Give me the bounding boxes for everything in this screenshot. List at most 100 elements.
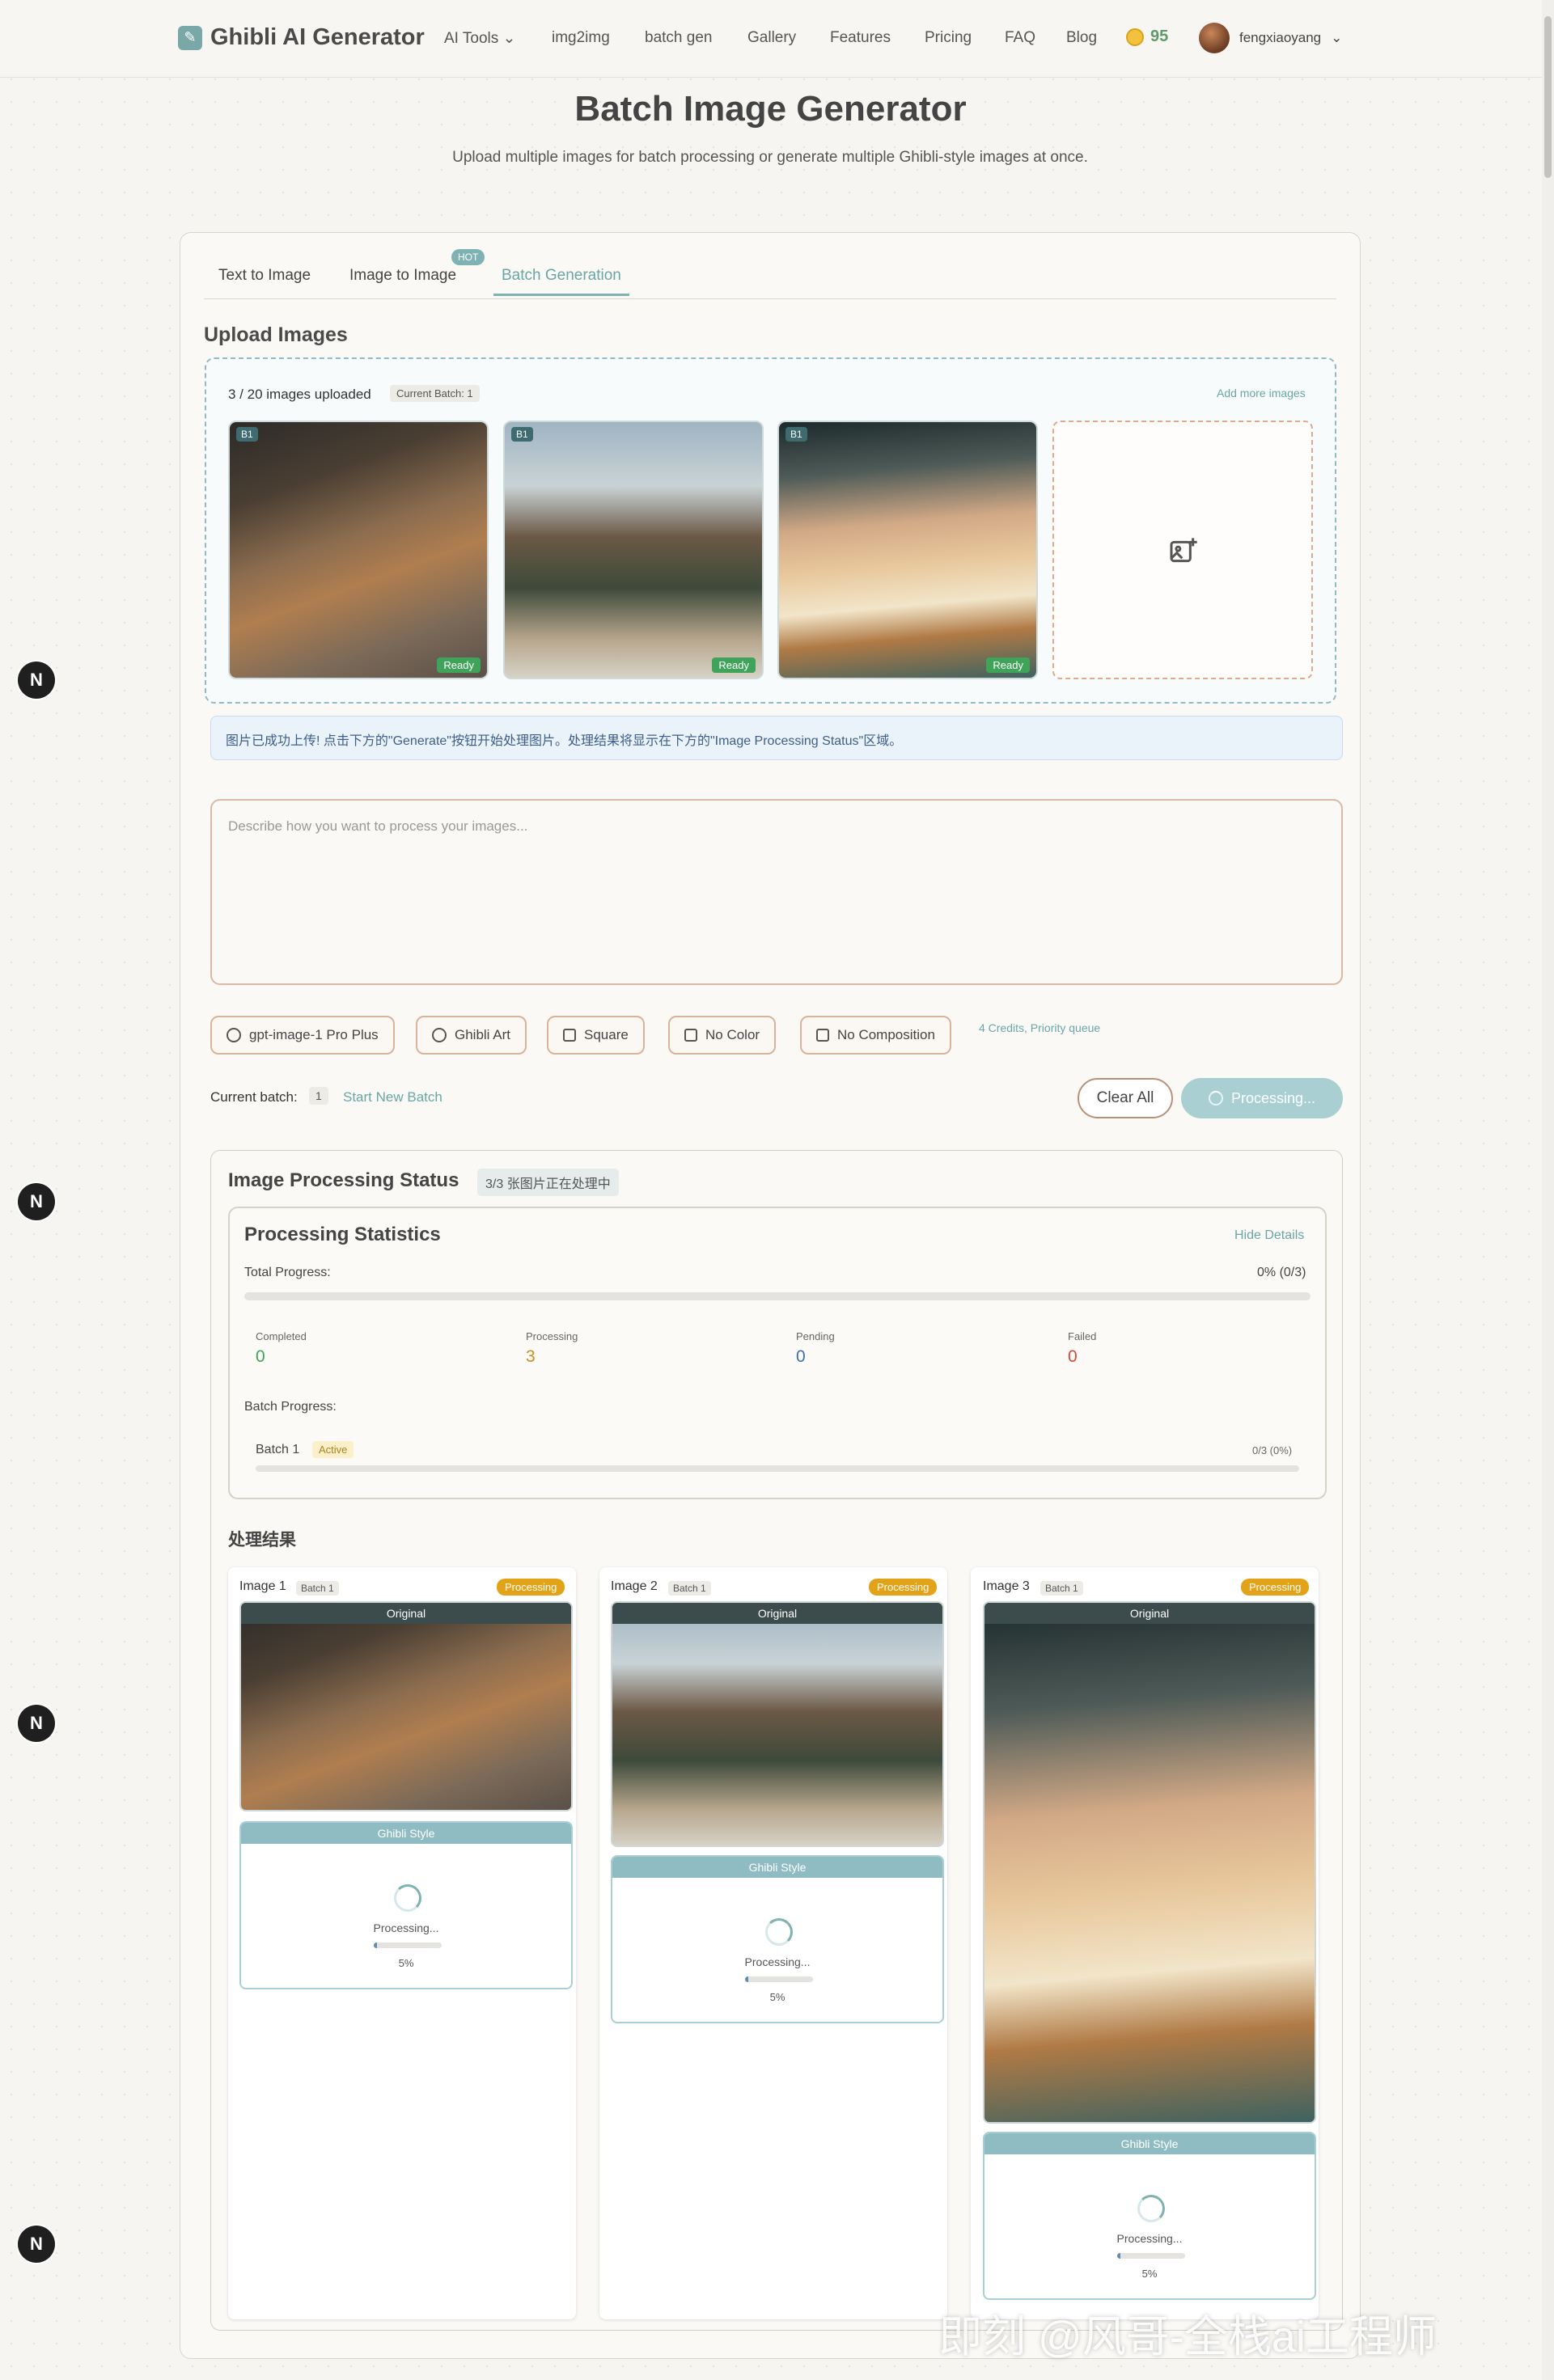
result-batch: Batch 1 bbox=[668, 1581, 711, 1596]
original-header: Original bbox=[612, 1603, 942, 1624]
user-menu[interactable]: fengxiaoyang ⌄ bbox=[1199, 23, 1342, 53]
completed-count: 0 bbox=[256, 1347, 265, 1366]
floating-n-badge[interactable]: N bbox=[18, 662, 55, 699]
style-select[interactable]: Ghibli Art bbox=[416, 1016, 527, 1055]
nav-img2img[interactable]: img2img bbox=[552, 29, 610, 47]
composition-select[interactable]: No Composition bbox=[800, 1016, 951, 1055]
layout-icon bbox=[816, 1029, 829, 1042]
nav-blog[interactable]: Blog bbox=[1066, 29, 1097, 47]
processing-label: Processing... bbox=[1230, 1089, 1316, 1106]
tab-text-to-image[interactable]: Text to Image bbox=[218, 267, 311, 285]
nav-batch-gen[interactable]: batch gen bbox=[645, 29, 712, 47]
tab-image-to-image[interactable]: Image to Image bbox=[349, 267, 456, 285]
nav-gallery[interactable]: Gallery bbox=[747, 29, 796, 47]
current-batch-chip: Current Batch: 1 bbox=[390, 385, 480, 402]
model-select[interactable]: gpt-image-1 Pro Plus bbox=[210, 1016, 395, 1055]
batch-badge: B1 bbox=[511, 427, 533, 442]
result-ghibli-panel: Ghibli Style Processing... 5% bbox=[611, 1855, 944, 2023]
floating-n-badge[interactable]: N bbox=[18, 1705, 55, 1742]
hide-details-link[interactable]: Hide Details bbox=[1234, 1228, 1304, 1243]
batch-badge: B1 bbox=[236, 427, 258, 442]
ready-badge: Ready bbox=[437, 657, 481, 673]
result-batch: Batch 1 bbox=[1040, 1581, 1083, 1596]
ghibli-header: Ghibli Style bbox=[612, 1857, 942, 1878]
result-original-image[interactable]: Original bbox=[983, 1601, 1316, 2124]
result-name: Image 2 bbox=[611, 1579, 658, 1593]
result-progress-bar bbox=[745, 1976, 813, 1982]
add-image-icon bbox=[1170, 538, 1197, 563]
processing-button[interactable]: Processing... bbox=[1181, 1078, 1343, 1118]
mode-tabs: Text to Image Image to Image Batch Gener… bbox=[204, 257, 1336, 299]
statistics-panel bbox=[228, 1207, 1327, 1499]
ratio-label: Square bbox=[584, 1027, 629, 1042]
tab-batch-generation[interactable]: Batch Generation bbox=[493, 267, 629, 296]
watermark: 即刻 @风哥-全栈ai工程师 bbox=[938, 2313, 1437, 2361]
processing-text: Processing... bbox=[373, 1921, 439, 1934]
upload-success-notice: 图片已成功上传! 点击下方的"Generate"按钮开始处理图片。处理结果将显示… bbox=[210, 716, 1343, 760]
chevron-down-icon: ⌄ bbox=[1331, 30, 1343, 45]
floating-n-badge[interactable]: N bbox=[18, 1183, 55, 1220]
completed-label: Completed bbox=[256, 1330, 307, 1342]
result-progress-bar bbox=[1117, 2253, 1185, 2259]
loading-spinner-icon bbox=[1137, 2195, 1165, 2222]
top-navbar: ✎ Ghibli AI Generator AI Tools ⌄ img2img… bbox=[0, 0, 1554, 78]
hot-badge: HOT bbox=[451, 249, 485, 265]
username: fengxiaoyang bbox=[1239, 30, 1322, 45]
square-icon bbox=[563, 1029, 576, 1042]
avatar bbox=[1199, 23, 1230, 53]
total-progress-bar bbox=[244, 1292, 1311, 1300]
composition-label: No Composition bbox=[837, 1027, 935, 1042]
batch-name: Batch 1 bbox=[256, 1443, 300, 1456]
page-subtitle: Upload multiple images for batch process… bbox=[452, 149, 1088, 166]
nav-pricing[interactable]: Pricing bbox=[925, 29, 972, 47]
logo-text: Ghibli AI Generator bbox=[210, 24, 425, 50]
clear-all-button[interactable]: Clear All bbox=[1078, 1078, 1173, 1118]
credits-indicator[interactable]: 95 bbox=[1126, 27, 1168, 46]
image-icon bbox=[684, 1029, 697, 1042]
spinner-icon bbox=[1208, 1091, 1223, 1105]
ready-badge: Ready bbox=[986, 657, 1030, 673]
credits-count: 95 bbox=[1150, 27, 1169, 45]
result-progress-bar bbox=[374, 1942, 442, 1948]
processing-text: Processing... bbox=[744, 1955, 811, 1968]
style-icon bbox=[432, 1028, 447, 1042]
upload-count: 3 / 20 images uploaded bbox=[228, 387, 371, 402]
ratio-select[interactable]: Square bbox=[547, 1016, 645, 1055]
logo-icon: ✎ bbox=[178, 25, 202, 50]
result-name: Image 3 bbox=[983, 1579, 1030, 1593]
chevron-down-icon: ⌄ bbox=[502, 30, 516, 47]
result-ghibli-panel: Ghibli Style Processing... 5% bbox=[239, 1821, 573, 1989]
uploaded-image-3[interactable]: B1 Ready bbox=[777, 421, 1038, 679]
batch-progress-bar bbox=[256, 1465, 1299, 1472]
add-more-images-link[interactable]: Add more images bbox=[1217, 387, 1306, 399]
credits-note: 4 Credits, Priority queue bbox=[979, 1021, 1101, 1034]
result-original-image[interactable]: Original bbox=[611, 1601, 944, 1847]
pending-count: 0 bbox=[796, 1347, 806, 1366]
color-select[interactable]: No Color bbox=[668, 1016, 777, 1055]
status-heading: Image Processing Status bbox=[228, 1169, 459, 1191]
coin-icon bbox=[1126, 27, 1144, 46]
processing-label: Processing bbox=[526, 1330, 578, 1342]
batch-badge: B1 bbox=[785, 427, 807, 442]
start-new-batch-link[interactable]: Start New Batch bbox=[343, 1089, 442, 1105]
logo[interactable]: ✎ Ghibli AI Generator bbox=[178, 24, 425, 51]
ghibli-header: Ghibli Style bbox=[241, 1823, 571, 1844]
result-original-image[interactable]: Original bbox=[239, 1601, 573, 1811]
result-percent: 5% bbox=[398, 1957, 414, 1969]
model-icon bbox=[227, 1028, 241, 1042]
nav-features[interactable]: Features bbox=[830, 29, 891, 47]
batch-progress-value: 0/3 (0%) bbox=[1252, 1444, 1293, 1456]
nav-faq[interactable]: FAQ bbox=[1005, 29, 1035, 47]
processing-text: Processing... bbox=[1116, 2232, 1183, 2245]
scrollbar-thumb[interactable] bbox=[1544, 16, 1552, 178]
add-image-tile[interactable] bbox=[1052, 421, 1313, 679]
nav-ai-tools[interactable]: AI Tools ⌄ bbox=[444, 29, 515, 48]
prompt-textarea[interactable]: Describe how you want to process your im… bbox=[210, 799, 1343, 985]
result-status-badge: Processing bbox=[869, 1579, 938, 1596]
total-progress-label: Total Progress: bbox=[244, 1266, 331, 1279]
floating-n-badge[interactable]: N bbox=[18, 2226, 55, 2263]
uploaded-image-1[interactable]: B1 Ready bbox=[228, 421, 489, 679]
result-ghibli-panel: Ghibli Style Processing... 5% bbox=[983, 2132, 1316, 2300]
page-scrollbar[interactable] bbox=[1542, 0, 1554, 2380]
uploaded-image-2[interactable]: B1 Ready bbox=[503, 421, 764, 679]
